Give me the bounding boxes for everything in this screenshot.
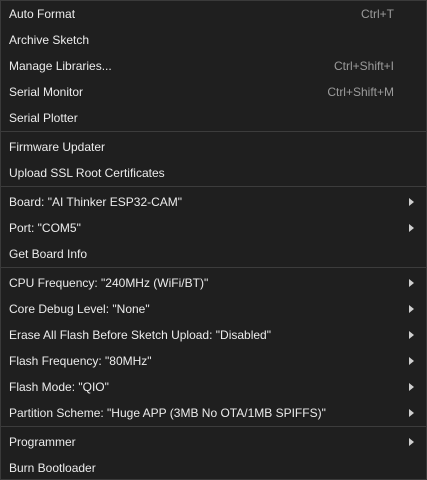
menu-item-flash-frequency[interactable]: Flash Frequency: "80MHz" [1, 348, 426, 374]
menu-item-auto-format[interactable]: Auto Format Ctrl+T [1, 1, 426, 27]
menu-separator [1, 186, 426, 187]
menu-item-firmware-updater[interactable]: Firmware Updater [1, 134, 426, 160]
menu-item-label: Burn Bootloader [9, 461, 96, 475]
chevron-right-icon [409, 438, 414, 446]
menu-item-label: Serial Monitor [9, 85, 84, 99]
menu-item-shortcut: Ctrl+Shift+M [327, 85, 394, 99]
menu-item-partition-scheme[interactable]: Partition Scheme: "Huge APP (3MB No OTA/… [1, 400, 426, 426]
menu-item-erase-all-flash[interactable]: Erase All Flash Before Sketch Upload: "D… [1, 322, 426, 348]
menu-item-archive-sketch[interactable]: Archive Sketch [1, 27, 426, 53]
menu-item-label: Board: "AI Thinker ESP32-CAM" [9, 195, 183, 209]
menu-item-shortcut: Ctrl+Shift+I [333, 59, 394, 73]
chevron-right-icon [409, 357, 414, 365]
menu-item-label: Serial Plotter [9, 111, 78, 125]
menu-item-core-debug-level[interactable]: Core Debug Level: "None" [1, 296, 426, 322]
menu-item-label: Get Board Info [9, 247, 88, 261]
chevron-right-icon [409, 224, 414, 232]
menu-item-label: Manage Libraries... [9, 59, 112, 73]
menu-item-get-board-info[interactable]: Get Board Info [1, 241, 426, 267]
menu-item-label: Flash Frequency: "80MHz" [9, 354, 152, 368]
chevron-right-icon [409, 305, 414, 313]
menu-item-label: Flash Mode: "QIO" [9, 380, 109, 394]
menu-item-label: Core Debug Level: "None" [9, 302, 150, 316]
menu-item-label: CPU Frequency: "240MHz (WiFi/BT)" [9, 276, 209, 290]
tools-menu: Auto Format Ctrl+T Archive Sketch Manage… [0, 0, 427, 480]
menu-item-serial-monitor[interactable]: Serial Monitor Ctrl+Shift+M [1, 79, 426, 105]
menu-item-programmer[interactable]: Programmer [1, 429, 426, 455]
menu-separator [1, 267, 426, 268]
menu-item-label: Port: "COM5" [9, 221, 81, 235]
menu-item-board[interactable]: Board: "AI Thinker ESP32-CAM" [1, 189, 426, 215]
menu-item-cpu-frequency[interactable]: CPU Frequency: "240MHz (WiFi/BT)" [1, 270, 426, 296]
chevron-right-icon [409, 331, 414, 339]
menu-item-shortcut: Ctrl+T [361, 7, 394, 21]
menu-item-upload-ssl-root-certificates[interactable]: Upload SSL Root Certificates [1, 160, 426, 186]
menu-item-flash-mode[interactable]: Flash Mode: "QIO" [1, 374, 426, 400]
chevron-right-icon [409, 198, 414, 206]
chevron-right-icon [409, 383, 414, 391]
menu-item-serial-plotter[interactable]: Serial Plotter [1, 105, 426, 131]
menu-item-label: Upload SSL Root Certificates [9, 166, 165, 180]
menu-item-label: Auto Format [9, 7, 76, 21]
menu-item-label: Erase All Flash Before Sketch Upload: "D… [9, 328, 271, 342]
chevron-right-icon [409, 279, 414, 287]
menu-item-label: Firmware Updater [9, 140, 106, 154]
menu-item-manage-libraries[interactable]: Manage Libraries... Ctrl+Shift+I [1, 53, 426, 79]
menu-separator [1, 426, 426, 427]
chevron-right-icon [409, 409, 414, 417]
menu-item-port[interactable]: Port: "COM5" [1, 215, 426, 241]
menu-item-label: Partition Scheme: "Huge APP (3MB No OTA/… [9, 406, 326, 420]
menu-separator [1, 131, 426, 132]
menu-item-label: Archive Sketch [9, 33, 90, 47]
menu-item-label: Programmer [9, 435, 76, 449]
menu-item-burn-bootloader[interactable]: Burn Bootloader [1, 455, 426, 480]
